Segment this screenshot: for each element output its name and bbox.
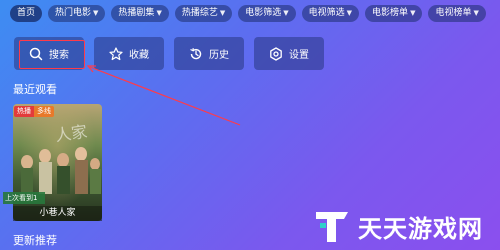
multi-source-badge: 多线 [34,106,54,117]
watermark-text: 天天游戏网 [358,214,483,243]
poster-title-art: 人家 [54,121,89,146]
caret-down-icon: ▼ [156,9,162,17]
updates-section-title: 更新推荐 [13,234,57,247]
gear-icon [270,46,282,61]
nav-pill-label: 电影榜单 [372,8,409,18]
nav-pill-label: 热播综艺 [181,8,218,18]
history-button-label: 历史 [209,50,229,61]
favorites-button-label: 收藏 [129,50,149,61]
caret-down-icon: ▼ [219,9,226,17]
nav-pill-label: 电影筛选 [245,8,282,18]
search-button-label: 搜索 [49,50,69,61]
star-icon [109,46,123,60]
caret-down-icon: ▼ [93,9,99,17]
recent-section-title: 最近观看 [13,83,57,96]
watch-progress-label: 上次看到1 [3,192,45,204]
caret-down-icon: ▼ [346,9,353,17]
history-button[interactable]: 历史 [174,37,244,70]
nav-pill-hot-series[interactable]: 热播剧集 ▼ [111,5,169,22]
poster-badge: 热播 多线 [14,106,54,117]
site-watermark: 天天游戏网 [312,205,497,247]
nav-pill-movie-filter[interactable]: 电影筛选 ▼ [238,5,296,22]
nav-pill-label: 首页 [17,8,36,18]
hot-badge: 热播 [14,106,34,117]
settings-button-label: 设置 [289,50,309,61]
nav-pill-label: 电视榜单 [435,8,472,18]
nav-pill-hot-movies[interactable]: 热门电影 ▼ [48,5,106,22]
history-icon [190,47,202,59]
search-icon [29,47,43,60]
nav-pill-tv-ranking[interactable]: 电视榜单 ▼ [428,5,486,22]
nav-pill-label: 热播剧集 [118,8,155,18]
favorites-button[interactable]: 收藏 [94,37,164,70]
watermark-logo-icon [316,212,348,242]
recent-item-title: 小巷人家 [13,206,102,221]
caret-down-icon: ▼ [410,9,416,17]
nav-pill-home[interactable]: 首页 [10,5,43,22]
caret-down-icon: ▼ [473,9,479,17]
nav-pill-label: 热门电影 [55,8,92,18]
nav-pill-movie-ranking[interactable]: 电影榜单 ▼ [365,5,423,22]
search-button[interactable]: 搜索 [14,37,84,70]
nav-pill-tv-filter[interactable]: 电视筛选 ▼ [301,5,360,22]
settings-button[interactable]: 设置 [254,37,324,70]
caret-down-icon: ▼ [283,9,289,17]
nav-pill-label: 电视筛选 [308,8,345,18]
nav-pill-hot-variety[interactable]: 热播综艺 ▼ [174,5,233,22]
category-nav: 首页 热门电影 ▼ 热播剧集 ▼ 热播综艺 ▼ 电影筛选 ▼ 电视筛选 ▼ 电影… [10,5,498,23]
